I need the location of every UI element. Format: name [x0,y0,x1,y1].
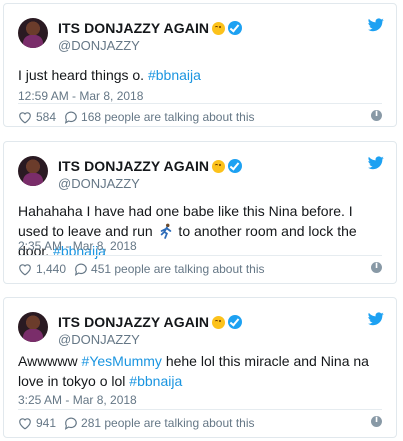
winking-emoji-icon [212,315,226,329]
tweet-card[interactable]: ITS DONJAZZY AGAIN @DONJAZZY Hahahaha I … [3,141,397,284]
twitter-bird-icon[interactable] [368,156,384,170]
divider [18,255,382,256]
tweet-actions: 1,440 451 people are talking about this [18,261,382,277]
handle[interactable]: @DONJAZZY [58,332,140,347]
tweet-actions: 941 281 people are talking about this [18,415,382,431]
timestamp[interactable]: 2:35 AM - Mar 8, 2018 [18,239,137,253]
timestamp[interactable]: 12:59 AM - Mar 8, 2018 [18,89,143,103]
tweet-card[interactable]: ITS DONJAZZY AGAIN @DONJAZZY I just hear… [3,3,397,127]
like-count: 941 [36,416,57,430]
like-count: 1,440 [36,262,67,276]
heart-icon[interactable] [18,111,32,124]
winking-emoji-icon [212,21,226,35]
author-row: ITS DONJAZZY AGAIN [58,19,243,37]
display-name[interactable]: ITS DONJAZZY AGAIN [58,158,209,174]
handle[interactable]: @DONJAZZY [58,176,140,191]
avatar[interactable] [18,312,48,342]
tweet-text-part: I just heard things o. [18,67,148,83]
divider [18,409,382,410]
talking-count[interactable]: 451 people are talking about this [91,262,264,276]
like-count: 584 [36,110,57,124]
winking-emoji-icon [212,159,226,173]
reply-bubble-icon[interactable] [64,417,78,430]
tweet-actions: 584 168 people are talking about this [18,109,382,125]
hashtag-link[interactable]: #YesMummy [82,353,162,369]
info-icon[interactable] [371,109,382,121]
verified-icon [228,21,243,35]
twitter-bird-icon[interactable] [368,18,384,32]
info-icon[interactable] [371,415,382,427]
author-row: ITS DONJAZZY AGAIN [58,313,243,331]
hashtag-link[interactable]: #bbnaija [129,373,182,389]
talking-count[interactable]: 281 people are talking about this [81,416,254,430]
verified-icon [228,159,243,173]
tweet-text-part: Awwwww [18,353,82,369]
verified-icon [228,315,243,329]
heart-icon[interactable] [18,263,32,276]
hashtag-link[interactable]: #bbnaija [148,67,201,83]
divider [18,103,382,104]
info-icon[interactable] [371,261,382,273]
handle[interactable]: @DONJAZZY [58,38,140,53]
display-name[interactable]: ITS DONJAZZY AGAIN [58,20,209,36]
tweet-text: Awwwww #YesMummy hehe lol this miracle a… [18,351,382,391]
tweet-text: I just heard things o. #bbnaija [18,65,382,85]
avatar[interactable] [18,18,48,48]
twitter-bird-icon[interactable] [368,312,384,326]
runner-emoji-icon [160,223,171,239]
display-name[interactable]: ITS DONJAZZY AGAIN [58,314,209,330]
timestamp[interactable]: 3:25 AM - Mar 8, 2018 [18,393,137,407]
reply-bubble-icon[interactable] [64,111,78,124]
tweet-card[interactable]: ITS DONJAZZY AGAIN @DONJAZZY Awwwww #Yes… [3,297,397,438]
reply-bubble-icon[interactable] [74,263,88,276]
heart-icon[interactable] [18,417,32,430]
talking-count[interactable]: 168 people are talking about this [81,110,254,124]
author-row: ITS DONJAZZY AGAIN [58,157,243,175]
avatar[interactable] [18,156,48,186]
